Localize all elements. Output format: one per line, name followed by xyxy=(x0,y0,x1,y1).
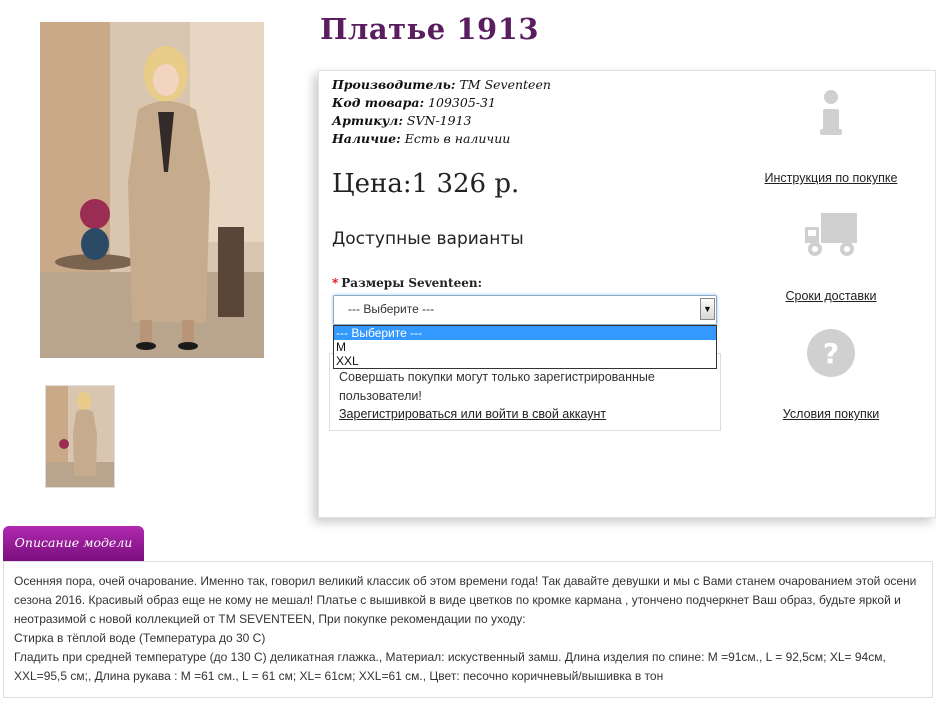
availability-row: Наличие: Есть в наличии xyxy=(332,130,551,148)
availability-value: Есть в наличии xyxy=(404,131,511,146)
required-marker: * xyxy=(332,276,339,290)
delivery-block: Сроки доставки xyxy=(741,211,921,303)
size-label: * Размеры Seventeen: xyxy=(332,276,482,290)
question-icon: ? xyxy=(807,329,855,377)
product-price: Цена:1 326 р. xyxy=(332,169,520,199)
manufacturer-row: Производитель: TM Seventeen xyxy=(332,76,551,94)
size-option[interactable]: M xyxy=(334,340,716,354)
size-select-value: --- Выберите --- xyxy=(348,302,435,316)
description-panel: Осенняя пора, очей очарование. Именно та… xyxy=(3,561,933,698)
login-notice-text: Совершать покупки могут только зарегистр… xyxy=(339,370,655,403)
description-material-line: Гладить при средней температуре (до 130 … xyxy=(14,650,886,683)
info-icon xyxy=(820,90,842,135)
size-select[interactable]: --- Выберите --- ▼ xyxy=(333,295,717,325)
description-text: Осенняя пора, очей очарование. Именно та… xyxy=(14,572,919,686)
code-label: Код товара: xyxy=(332,95,425,110)
article-label: Артикул: xyxy=(332,113,403,128)
product-photo-image xyxy=(40,22,264,358)
tab-description[interactable]: Описание модели xyxy=(3,526,144,561)
instructions-block: Инструкция по покупке xyxy=(741,89,921,185)
availability-label: Наличие: xyxy=(332,131,401,146)
product-main-photo[interactable] xyxy=(40,22,264,358)
article-row: Артикул: SVN-1913 xyxy=(332,112,551,130)
terms-block: ? Условия покупки xyxy=(741,327,921,421)
product-info-panel: Производитель: TM Seventeen Код товара: … xyxy=(318,70,936,518)
code-row: Код товара: 109305-31 xyxy=(332,94,551,112)
size-label-text: Размеры Seventeen: xyxy=(341,276,482,290)
description-care-line: Стирка в тёплой воде (Температура до 30 … xyxy=(14,631,266,645)
instructions-link[interactable]: Инструкция по покупке xyxy=(741,171,921,185)
size-dropdown-list: --- Выберите --- M XXL xyxy=(333,325,717,369)
register-login-link[interactable]: Зарегистрироваться или войти в свой акка… xyxy=(339,407,606,421)
description-paragraph: Осенняя пора, очей очарование. Именно та… xyxy=(14,574,917,626)
chevron-down-icon[interactable]: ▼ xyxy=(700,298,715,320)
article-value: SVN-1913 xyxy=(406,113,472,128)
size-option[interactable]: --- Выберите --- xyxy=(334,326,716,340)
code-value: 109305-31 xyxy=(428,95,496,110)
size-option[interactable]: XXL xyxy=(334,354,716,368)
product-thumbnail[interactable] xyxy=(45,385,115,488)
svg-text:?: ? xyxy=(823,337,839,370)
thumbnail-image xyxy=(46,386,114,487)
product-title: Платье 1913 xyxy=(320,12,540,46)
terms-link[interactable]: Условия покупки xyxy=(741,407,921,421)
variants-heading: Доступные варианты xyxy=(332,229,524,249)
product-info-list: Производитель: TM Seventeen Код товара: … xyxy=(332,76,551,148)
delivery-link[interactable]: Сроки доставки xyxy=(741,289,921,303)
manufacturer-value: TM Seventeen xyxy=(459,77,551,92)
manufacturer-label: Производитель: xyxy=(332,77,456,92)
truck-icon xyxy=(805,213,857,256)
